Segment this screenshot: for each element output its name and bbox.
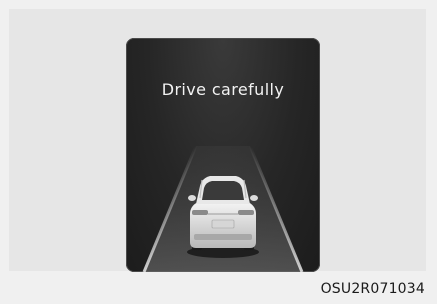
car-on-road-icon xyxy=(142,145,304,272)
cluster-display: Drive carefully xyxy=(126,38,320,272)
figure-code: OSU2R071034 xyxy=(320,281,425,297)
